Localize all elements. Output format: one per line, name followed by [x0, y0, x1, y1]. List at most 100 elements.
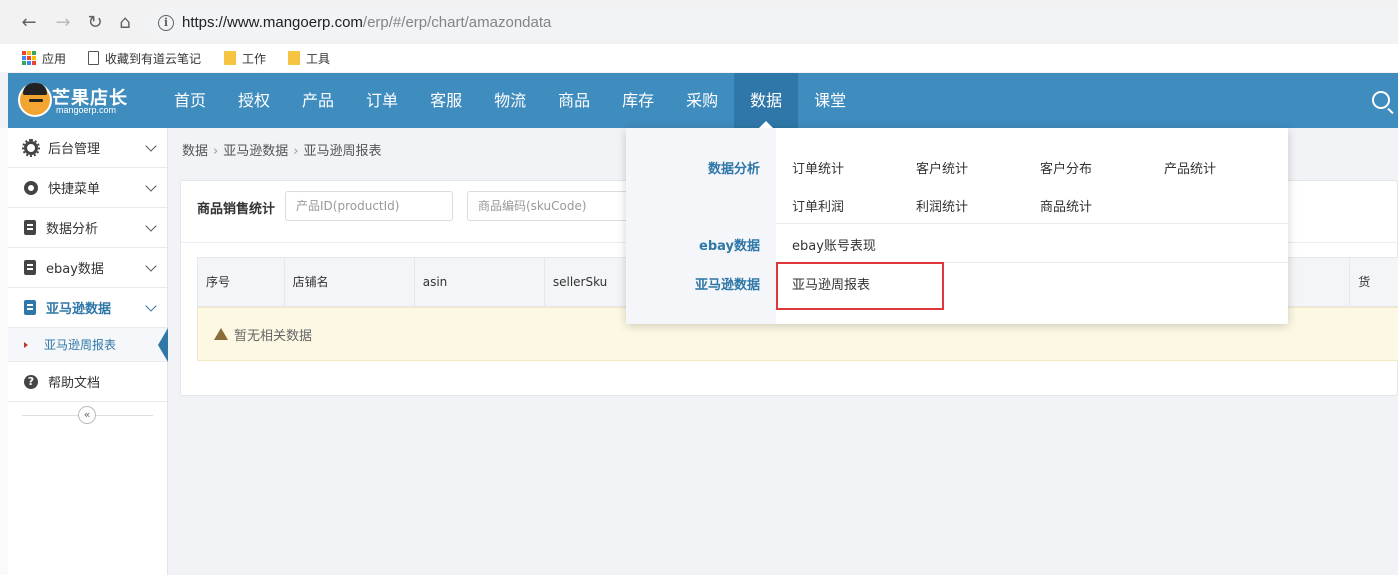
sidebar: 后台管理 快捷菜单 数据分析 ebay数据 亚马逊数据 亚马逊周报表 ? 帮助文… — [8, 128, 168, 575]
main-menu: 首页 授权 产品 订单 客服 物流 商品 库存 采购 数据 课堂 — [158, 73, 862, 128]
back-arrow-icon[interactable]: ← — [18, 12, 40, 34]
chevron-down-icon — [145, 140, 157, 152]
sidebar-item-label: 亚马逊数据 — [46, 302, 112, 317]
nav-item-home[interactable]: 首页 — [158, 73, 222, 128]
nav-item-auth[interactable]: 授权 — [222, 73, 286, 128]
sidebar-item-label: ebay数据 — [46, 262, 104, 277]
logo-subtitle: mangoerp.com — [56, 105, 117, 115]
search-icon[interactable] — [1372, 91, 1390, 109]
bookmark-work[interactable]: 工作 — [224, 48, 266, 68]
nav-item-data[interactable]: 数据 — [734, 73, 799, 128]
logo[interactable]: 芒果店长 mangoerp.com — [18, 83, 138, 119]
sidebar-item-shortcut[interactable]: 快捷菜单 — [8, 168, 167, 208]
dropdown-link-ebay-performance[interactable]: ebay账号表现 — [792, 235, 876, 254]
sidebar-item-label: 帮助文档 — [48, 376, 101, 391]
sidebar-collapse-row: « — [8, 402, 167, 428]
dropdown-group-data-analysis: 数据分析 — [707, 162, 760, 177]
page-icon — [88, 51, 99, 65]
chevron-down-icon — [145, 300, 157, 312]
folder-icon — [288, 51, 300, 65]
dropdown-group-ebay: ebay数据 — [699, 239, 760, 254]
dropdown-link-profit-stats[interactable]: 利润统计 — [916, 196, 968, 215]
dropdown-link-goods-stats[interactable]: 商品统计 — [1040, 196, 1092, 215]
address-bar[interactable]: i https://www.mangoerp.com/erp/#/erp/cha… — [146, 8, 1398, 38]
sidebar-item-label: 数据分析 — [46, 222, 99, 237]
top-nav: 芒果店长 mangoerp.com 首页 授权 产品 订单 客服 物流 商品 库… — [8, 73, 1398, 128]
warning-icon — [214, 328, 228, 340]
collapse-sidebar-button[interactable]: « — [78, 406, 96, 424]
sidebar-item-label: 后台管理 — [48, 142, 101, 157]
report-icon — [24, 260, 36, 275]
folder-icon — [224, 51, 236, 65]
breadcrumb-item[interactable]: 亚马逊数据 — [223, 144, 288, 159]
dropdown-group-amazon: 亚马逊数据 — [694, 278, 760, 293]
column-header[interactable]: 店铺名 — [285, 258, 415, 306]
nav-item-classroom[interactable]: 课堂 — [798, 73, 862, 128]
bookmark-label: 收藏到有道云笔记 — [105, 51, 202, 66]
bookmark-label: 工作 — [242, 51, 267, 66]
bookmarks-bar: 应用 收藏到有道云笔记 工作 工具 — [0, 44, 1398, 72]
sidebar-item-label: 快捷菜单 — [48, 182, 101, 197]
bookmark-youdao[interactable]: 收藏到有道云笔记 — [88, 48, 201, 68]
column-header[interactable]: 序号 — [198, 258, 285, 306]
nav-item-purchase[interactable]: 采购 — [670, 73, 734, 128]
breadcrumb-separator: › — [213, 144, 219, 159]
sidebar-subitem-label: 亚马逊周报表 — [44, 338, 117, 352]
sidebar-item-admin[interactable]: 后台管理 — [8, 128, 167, 168]
highlight-box — [776, 262, 944, 310]
sidebar-item-data-analysis[interactable]: 数据分析 — [8, 208, 167, 248]
url-base: https://www.mangoerp.com — [182, 14, 363, 31]
nav-item-service[interactable]: 客服 — [414, 73, 478, 128]
gear-icon — [22, 138, 40, 157]
product-id-input[interactable]: 产品ID(productId) — [285, 191, 453, 221]
home-icon[interactable]: ⌂ — [114, 12, 136, 34]
sidebar-item-help[interactable]: ? 帮助文档 — [8, 362, 167, 402]
sku-code-input[interactable]: 商品编码(skuCode) — [467, 191, 635, 221]
breadcrumb-item[interactable]: 数据 — [182, 144, 208, 159]
url-text: https://www.mangoerp.com/erp/#/erp/chart… — [182, 14, 551, 31]
bookmark-label: 工具 — [306, 51, 331, 66]
empty-state-text: 暂无相关数据 — [234, 328, 313, 344]
bookmark-apps[interactable]: 应用 — [22, 48, 66, 68]
info-icon[interactable]: i — [158, 15, 174, 31]
divider — [776, 223, 1288, 224]
active-indicator — [158, 328, 168, 362]
dropdown-link-customer-stats[interactable]: 客户统计 — [916, 158, 968, 177]
chevron-down-icon — [145, 220, 157, 232]
mango-mascot-icon — [18, 83, 52, 117]
sidebar-item-amazon[interactable]: 亚马逊数据 — [8, 288, 167, 328]
dropdown-link-product-stats[interactable]: 产品统计 — [1164, 158, 1216, 177]
apps-grid-icon — [22, 51, 36, 65]
report-icon — [24, 300, 36, 315]
column-header[interactable]: asin — [415, 258, 545, 306]
nav-item-order[interactable]: 订单 — [350, 73, 414, 128]
column-header[interactable]: 货 — [1350, 258, 1398, 306]
chevron-down-icon — [145, 180, 157, 192]
forward-arrow-icon[interactable]: → — [52, 12, 74, 34]
bookmark-tools[interactable]: 工具 — [288, 48, 330, 68]
browser-toolbar: ← → ↻ ⌂ i https://www.mangoerp.com/erp/#… — [0, 0, 1398, 44]
chevron-down-icon — [145, 260, 157, 272]
dropdown-arrow — [759, 121, 773, 128]
sidebar-item-ebay[interactable]: ebay数据 — [8, 248, 167, 288]
nav-item-goods[interactable]: 商品 — [542, 73, 606, 128]
target-icon — [24, 180, 38, 195]
dropdown-link-order-profit[interactable]: 订单利润 — [792, 196, 844, 215]
nav-item-stock[interactable]: 库存 — [606, 73, 670, 128]
dropdown-link-order-stats[interactable]: 订单统计 — [792, 158, 844, 177]
url-path: /erp/#/erp/chart/amazondata — [362, 14, 552, 31]
filter-title: 商品销售统计 — [197, 202, 276, 217]
help-icon: ? — [24, 374, 38, 389]
window-edge — [0, 128, 8, 575]
nav-item-product[interactable]: 产品 — [286, 73, 350, 128]
reload-icon[interactable]: ↻ — [84, 12, 106, 34]
breadcrumb-item-current: 亚马逊周报表 — [303, 144, 382, 159]
sidebar-subitem-amazon-weekly[interactable]: 亚马逊周报表 — [8, 328, 168, 362]
breadcrumb: 数据 › 亚马逊数据 › 亚马逊周报表 — [182, 140, 381, 159]
caret-right-icon — [24, 342, 28, 348]
nav-item-logistics[interactable]: 物流 — [478, 73, 542, 128]
breadcrumb-separator: › — [293, 144, 299, 159]
data-dropdown-menu: 数据分析 订单统计 客户统计 客户分布 产品统计 订单利润 利润统计 商品统计 … — [626, 121, 1288, 324]
dropdown-link-customer-distribution[interactable]: 客户分布 — [1040, 158, 1092, 177]
bookmark-label: 应用 — [42, 51, 67, 66]
